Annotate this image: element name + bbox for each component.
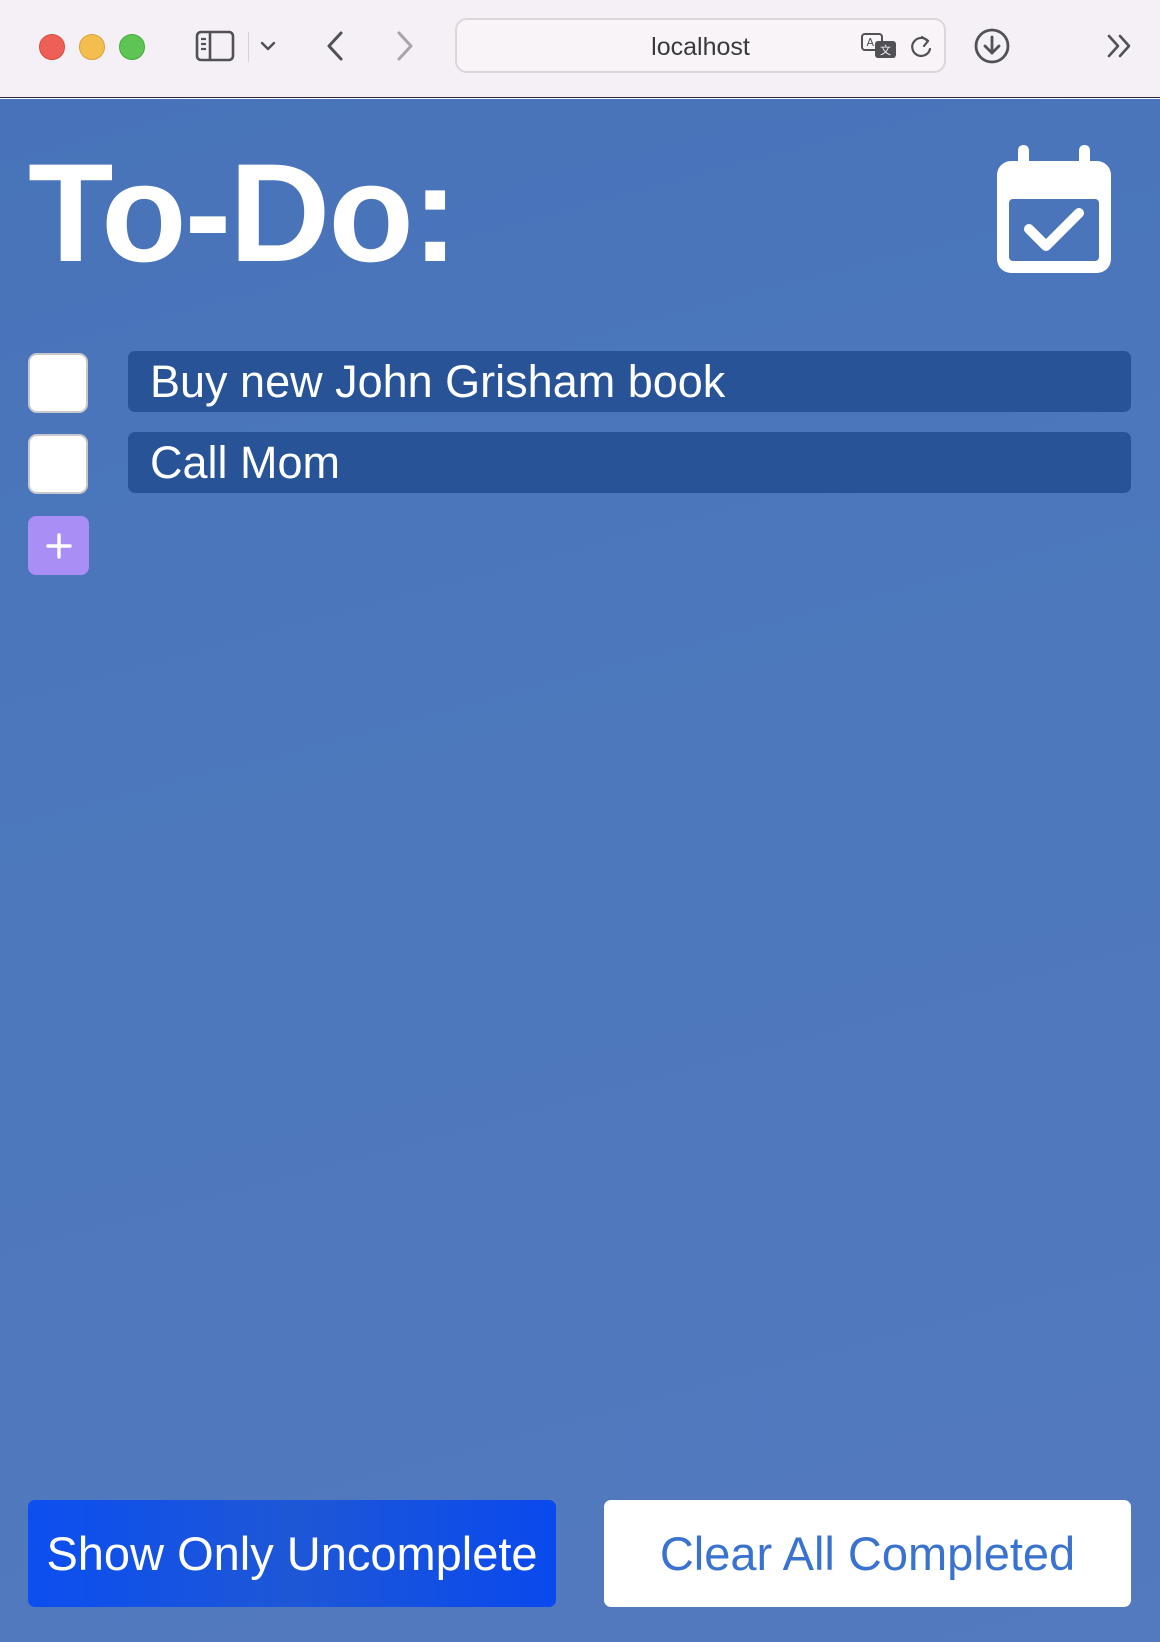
- toolbar-divider: [248, 32, 249, 62]
- todo-checkbox[interactable]: [28, 353, 88, 413]
- todo-text-field[interactable]: Buy new John Grisham book: [128, 351, 1131, 412]
- download-icon[interactable]: [972, 26, 1012, 66]
- address-bar[interactable]: localhost A 文: [455, 18, 946, 73]
- todo-page: To-Do: Buy new John Grisham book Call Mo…: [0, 99, 1160, 1642]
- plus-icon: [45, 532, 72, 559]
- browser-toolbar: localhost A 文: [0, 0, 1160, 98]
- back-arrow-icon[interactable]: [318, 26, 352, 66]
- clear-all-completed-button[interactable]: Clear All Completed: [604, 1500, 1131, 1607]
- todo-checkbox[interactable]: [28, 434, 88, 494]
- close-window-button[interactable]: [39, 34, 65, 60]
- svg-text:文: 文: [880, 43, 891, 57]
- minimize-window-button[interactable]: [79, 34, 105, 60]
- add-todo-button[interactable]: [28, 516, 89, 575]
- forward-arrow-icon[interactable]: [388, 26, 422, 66]
- chevron-down-icon[interactable]: [258, 34, 278, 58]
- calendar-check-icon: [993, 143, 1115, 279]
- maximize-window-button[interactable]: [119, 34, 145, 60]
- todo-text-field[interactable]: Call Mom: [128, 432, 1131, 493]
- sidebar-toggle-icon[interactable]: [194, 28, 236, 64]
- todo-item: Call Mom: [0, 432, 1160, 494]
- svg-text:A: A: [867, 36, 875, 49]
- double-chevron-right-icon[interactable]: [1102, 28, 1138, 64]
- translate-icon[interactable]: A 文: [859, 30, 899, 62]
- reload-icon[interactable]: [906, 30, 936, 62]
- page-title: To-Do:: [28, 134, 459, 291]
- show-only-uncomplete-button[interactable]: Show Only Uncomplete: [28, 1500, 556, 1607]
- todo-item: Buy new John Grisham book: [0, 351, 1160, 413]
